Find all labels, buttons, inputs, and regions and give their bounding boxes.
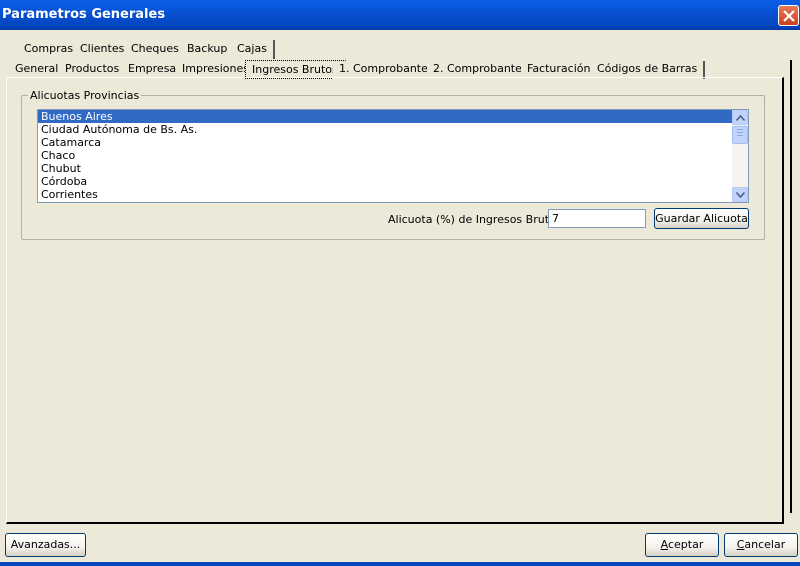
tab-compras[interactable]: Compras [18,40,82,59]
taskbar-strip [0,562,800,566]
list-item[interactable]: Córdoba [38,175,748,188]
rate-label: Alicuota (%) de Ingresos Brutos : [388,213,569,226]
provinces-listbox[interactable]: Buenos Aires Ciudad Autónoma de Bs. As. … [37,109,749,203]
close-icon [783,10,795,22]
tab-backup[interactable]: Backup [181,40,236,59]
list-item[interactable]: Chaco [38,149,748,162]
list-item[interactable]: Corrientes [38,188,748,201]
list-scrollbar[interactable] [732,110,748,202]
outer-frame-edge [790,60,793,513]
advanced-button[interactable]: Avanzadas... [5,533,86,557]
window-title: Parametros Generales [2,7,166,22]
scroll-thumb[interactable] [732,126,748,144]
accept-button[interactable]: Aceptar [645,533,719,557]
list-item[interactable]: Buenos Aires [38,110,748,123]
tab-cheques[interactable]: Cheques [125,40,187,59]
title-bar: Parametros Generales [0,0,800,30]
cancel-button[interactable]: Cancelar [724,533,798,557]
scroll-down-icon [736,192,745,198]
tab-cajas[interactable]: Cajas [231,40,275,59]
tab-clientes[interactable]: Clientes [74,40,133,59]
groupbox-legend: Alicuotas Provincias [28,89,142,102]
close-button[interactable] [778,5,799,26]
scroll-down-button[interactable] [732,187,748,202]
list-item[interactable]: Ciudad Autónoma de Bs. As. [38,123,748,136]
list-item[interactable]: Chubut [38,162,748,175]
scroll-up-button[interactable] [732,110,748,125]
list-item[interactable]: Catamarca [38,136,748,149]
scroll-up-icon [736,115,745,121]
rate-input[interactable] [548,209,646,228]
save-rate-button[interactable]: Guardar Alicuota [654,208,749,229]
